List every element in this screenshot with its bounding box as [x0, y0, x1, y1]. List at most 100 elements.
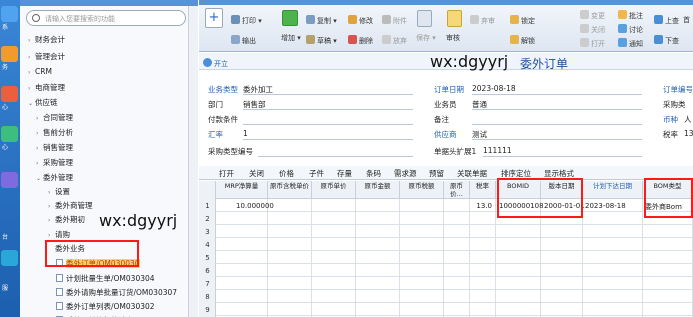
nav-item[interactable]: › 管理会计: [28, 51, 65, 62]
table-row[interactable]: [216, 225, 693, 238]
chevron-right-icon[interactable]: ›: [48, 217, 55, 224]
discuss-button[interactable]: 讨论: [618, 24, 643, 35]
tax-value[interactable]: 13: [684, 129, 693, 138]
table-cell[interactable]: 10.000000: [236, 202, 274, 210]
modify-button[interactable]: 修改: [348, 15, 373, 26]
business-icon[interactable]: [1, 46, 18, 62]
nav-item[interactable]: › 销售管理: [36, 142, 73, 153]
save-big-icon[interactable]: [417, 10, 432, 27]
column-header[interactable]: 原币单价: [312, 181, 356, 199]
nav-item[interactable]: ⌄ 委外管理: [36, 172, 73, 183]
nav-item[interactable]: › CRM: [28, 67, 52, 76]
lock-button[interactable]: 锁定: [510, 15, 535, 26]
chevron-right-icon[interactable]: ›: [48, 232, 55, 239]
search-input[interactable]: 请输入您要搜索的功能: [26, 10, 186, 26]
service-icon[interactable]: [1, 250, 18, 266]
open-button[interactable]: 打开: [580, 38, 605, 49]
start-status: 开立: [203, 58, 228, 69]
table-row[interactable]: [216, 238, 693, 251]
table-row[interactable]: [216, 264, 693, 277]
nav-item[interactable]: › 售前分析: [36, 127, 73, 138]
delete-button[interactable]: 删除: [348, 35, 373, 46]
review-button[interactable]: 审核: [446, 33, 460, 43]
grid-toolbar-button[interactable]: 关闭: [249, 168, 264, 179]
column-header[interactable]: 计划下达日期: [583, 181, 643, 199]
grid-toolbar-button[interactable]: 条码: [366, 168, 381, 179]
grid-toolbar-button[interactable]: 预留: [429, 168, 444, 179]
table-row[interactable]: [216, 212, 693, 225]
down-query-button[interactable]: 下查: [654, 35, 679, 46]
rate-value[interactable]: 1: [243, 129, 248, 138]
review-big-icon[interactable]: [447, 10, 462, 27]
batch-button[interactable]: 批注: [618, 10, 643, 21]
chevron-right-icon[interactable]: ›: [28, 54, 35, 61]
grid-toolbar-button[interactable]: 存量: [337, 168, 352, 179]
print-button[interactable]: 打印 ▾: [231, 15, 262, 26]
chevron-right-icon[interactable]: ›: [28, 85, 35, 92]
nav-item[interactable]: 计划批量生单/OM030304: [56, 273, 155, 284]
chevron-right-icon[interactable]: ›: [36, 115, 43, 122]
change-button[interactable]: 变更: [580, 10, 605, 21]
nav-item[interactable]: › 财务会计: [28, 34, 65, 45]
column-header[interactable]: 原币税额: [400, 181, 444, 199]
order-date-value[interactable]: 2023-08-18: [472, 84, 516, 93]
reject-button[interactable]: 弃审: [470, 15, 495, 26]
first-button[interactable]: 首: [683, 15, 690, 25]
header-ext-value[interactable]: 111111: [483, 146, 512, 155]
grid-toolbar-button[interactable]: 需求源: [394, 168, 417, 179]
center2-icon[interactable]: [1, 126, 18, 142]
add-button[interactable]: 增加 ▾: [281, 33, 301, 43]
chevron-down-icon[interactable]: ⌄: [28, 100, 35, 107]
unlock-button[interactable]: 解锁: [510, 35, 535, 46]
currency-value[interactable]: 人: [684, 114, 692, 125]
column-header[interactable]: 原币含税单价: [268, 181, 312, 199]
table-row[interactable]: [216, 290, 693, 303]
add-icon-button[interactable]: +: [205, 8, 223, 28]
column-header[interactable]: 原币价...: [444, 181, 470, 199]
table-cell[interactable]: 2023-08-18: [585, 202, 626, 210]
abandon-button[interactable]: 放弃: [382, 35, 407, 46]
nav-item[interactable]: › 委外期初: [48, 214, 85, 225]
up-query-button[interactable]: 上查: [654, 15, 679, 26]
center-icon[interactable]: [1, 86, 18, 102]
nav-item[interactable]: › 电商管理: [28, 82, 65, 93]
close-button[interactable]: 关闭: [580, 24, 605, 35]
nav-item[interactable]: › 合同管理: [36, 112, 73, 123]
chevron-right-icon[interactable]: ›: [28, 37, 35, 44]
nav-item[interactable]: › 采购管理: [36, 157, 73, 168]
column-header[interactable]: MRP净算量: [216, 181, 268, 199]
copy-button[interactable]: 复制 ▾: [306, 15, 337, 26]
nav-item[interactable]: › 设置: [48, 186, 70, 197]
chevron-right-icon[interactable]: ›: [36, 145, 43, 152]
column-header[interactable]: 税率: [470, 181, 496, 199]
output-button[interactable]: 输出: [231, 35, 256, 46]
nav-scrollbar[interactable]: [188, 6, 198, 317]
table-row[interactable]: [216, 277, 693, 290]
nav-item[interactable]: › 委外商管理: [48, 200, 93, 211]
system-icon[interactable]: [1, 6, 18, 22]
nav-item[interactable]: › 请购: [48, 229, 70, 240]
grid-toolbar-button[interactable]: 打开: [219, 168, 234, 179]
grid-toolbar-button[interactable]: 子件: [309, 168, 324, 179]
chevron-right-icon[interactable]: ›: [28, 69, 35, 76]
save-button[interactable]: 保存 ▾: [416, 33, 436, 43]
nav-item[interactable]: 委外订单列表/OM030302: [56, 301, 155, 312]
nav-item[interactable]: ⌄ 供应链: [28, 97, 58, 108]
add-big-icon[interactable]: [282, 10, 298, 26]
chevron-right-icon[interactable]: ›: [36, 160, 43, 167]
attachment-button[interactable]: 附件: [382, 15, 407, 26]
chevron-right-icon[interactable]: ›: [48, 203, 55, 210]
chevron-right-icon[interactable]: ›: [36, 130, 43, 137]
platform-icon[interactable]: [1, 172, 18, 188]
draft-button[interactable]: 草稿 ▾: [306, 35, 337, 46]
table-row[interactable]: [216, 251, 693, 264]
chevron-down-icon[interactable]: ⌄: [36, 175, 43, 182]
notify-button[interactable]: 通知: [618, 38, 643, 49]
table-cell[interactable]: 13.0: [470, 202, 492, 210]
grid-toolbar-button[interactable]: 关联单据: [457, 168, 487, 179]
nav-item[interactable]: 委外请购单批量订货/OM030307: [56, 287, 177, 298]
table-row[interactable]: [216, 303, 693, 316]
chevron-right-icon[interactable]: ›: [48, 189, 55, 196]
column-header[interactable]: 原币金额: [356, 181, 400, 199]
grid-toolbar-button[interactable]: 价格: [279, 168, 294, 179]
